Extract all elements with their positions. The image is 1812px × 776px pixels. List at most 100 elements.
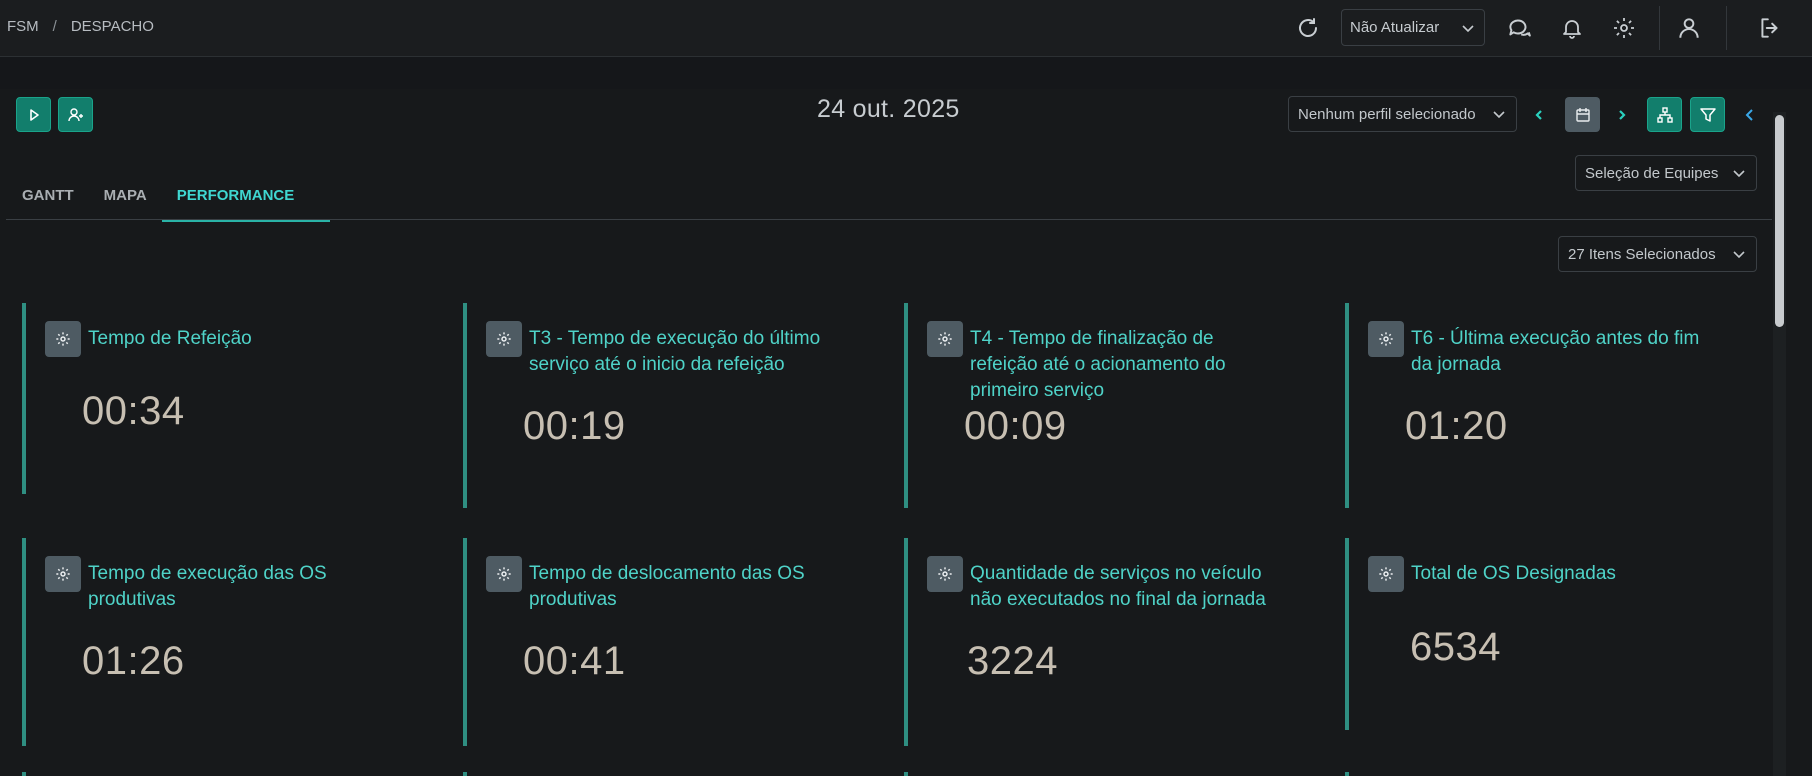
previous-date-button[interactable] xyxy=(1529,97,1549,132)
card-title: Total de OS Designadas xyxy=(1411,563,1616,584)
card-value: 6534 xyxy=(1410,625,1501,669)
card-value: 01:20 xyxy=(1405,404,1508,448)
gear-icon xyxy=(497,332,511,346)
current-date: 24 out. 2025 xyxy=(817,95,960,123)
kpi-card: T3 - Tempo de execução do último serviço… xyxy=(463,303,863,508)
hierarchy-icon xyxy=(1656,106,1673,123)
gear-icon xyxy=(938,567,952,581)
card-title: T6 - Última execução antes do fim da jor… xyxy=(1411,328,1700,375)
profile-select-value: Nenhum perfil selecionado xyxy=(1298,105,1476,123)
card-header: Tempo de execução das OS produtivas xyxy=(45,556,398,613)
refresh-icon[interactable] xyxy=(1292,12,1324,44)
items-select-value: 27 Itens Selecionados xyxy=(1568,245,1716,263)
card-value: 00:41 xyxy=(523,639,626,683)
gear-icon xyxy=(1379,332,1393,346)
settings-gear-icon[interactable] xyxy=(1608,12,1640,44)
kpi-card: Tempo de execução das OS produtivas 01:2… xyxy=(22,538,422,746)
gear-icon xyxy=(56,332,70,346)
scrollbar[interactable] xyxy=(1773,112,1786,776)
team-select[interactable]: Seleção de Equipes xyxy=(1575,155,1757,191)
card-title: Tempo de deslocamento das OS produtivas xyxy=(529,563,805,610)
hierarchy-button[interactable] xyxy=(1647,97,1682,132)
gear-icon xyxy=(56,567,70,581)
card-header: T4 - Tempo de finalização de refeição at… xyxy=(927,321,1280,404)
breadcrumb-root[interactable]: FSM xyxy=(7,18,39,35)
card-settings-button[interactable] xyxy=(45,321,81,357)
top-bar: FSM / DESPACHO Não Atualizar xyxy=(0,0,1812,57)
tab-performance[interactable]: PERFORMANCE xyxy=(161,178,330,222)
kpi-card xyxy=(904,772,1304,776)
chevron-down-icon xyxy=(1733,170,1745,178)
items-select[interactable]: 27 Itens Selecionados xyxy=(1558,236,1757,272)
kpi-card: T6 - Última execução antes do fim da jor… xyxy=(1345,303,1745,508)
card-header: Quantidade de serviços no veículo não ex… xyxy=(927,556,1280,613)
spacer-strip xyxy=(0,57,1812,89)
logout-icon[interactable] xyxy=(1754,12,1786,44)
card-title: Tempo de execução das OS produtivas xyxy=(88,563,327,610)
user-add-icon xyxy=(67,107,83,121)
tab-gantt[interactable]: GANTT xyxy=(7,178,89,222)
kpi-card: T4 - Tempo de finalização de refeição at… xyxy=(904,303,1304,508)
filter-icon xyxy=(1699,107,1716,122)
profile-select[interactable]: Nenhum perfil selecionado xyxy=(1288,96,1517,132)
chevron-down-icon xyxy=(1462,24,1474,32)
scrollbar-thumb[interactable] xyxy=(1775,115,1784,327)
card-title: Tempo de Refeição xyxy=(88,328,252,349)
card-header: Tempo de deslocamento das OS produtivas xyxy=(486,556,839,613)
user-icon[interactable] xyxy=(1673,12,1705,44)
card-header: Tempo de Refeição xyxy=(45,321,398,357)
kpi-card xyxy=(1345,772,1745,776)
play-icon xyxy=(29,108,39,121)
kpi-card xyxy=(22,772,422,776)
card-title: T3 - Tempo de execução do último serviço… xyxy=(529,328,821,375)
card-settings-button[interactable] xyxy=(486,556,522,592)
kpi-card: Quantidade de serviços no veículo não ex… xyxy=(904,538,1304,746)
card-settings-button[interactable] xyxy=(486,321,522,357)
card-value: 3224 xyxy=(967,639,1058,683)
chevron-right-icon xyxy=(1619,109,1626,120)
chevron-left-icon xyxy=(1745,108,1753,121)
card-settings-button[interactable] xyxy=(1368,556,1404,592)
divider xyxy=(1659,6,1660,50)
gear-icon xyxy=(938,332,952,346)
card-settings-button[interactable] xyxy=(927,321,963,357)
card-value: 00:34 xyxy=(82,389,185,433)
tabs-divider xyxy=(6,219,1772,220)
card-header: Total de OS Designadas xyxy=(1368,556,1721,592)
card-title: Quantidade de serviços no veículo não ex… xyxy=(970,563,1266,610)
calendar-button[interactable] xyxy=(1565,97,1600,132)
gear-icon xyxy=(497,567,511,581)
next-date-button[interactable] xyxy=(1612,97,1632,132)
card-settings-button[interactable] xyxy=(927,556,963,592)
refresh-interval-value: Não Atualizar xyxy=(1350,19,1440,36)
card-settings-button[interactable] xyxy=(1368,321,1404,357)
card-header: T6 - Última execução antes do fim da jor… xyxy=(1368,321,1721,378)
kpi-card: Total de OS Designadas 6534 xyxy=(1345,538,1745,730)
kpi-card xyxy=(463,772,863,776)
kpi-card: Tempo de Refeição 00:34 xyxy=(22,303,422,494)
divider xyxy=(1726,6,1727,50)
chat-icon[interactable] xyxy=(1503,12,1535,44)
tab-mapa[interactable]: MAPA xyxy=(89,178,162,222)
play-button[interactable] xyxy=(16,97,51,132)
refresh-interval-select[interactable]: Não Atualizar xyxy=(1341,9,1485,46)
card-value: 00:19 xyxy=(523,404,626,448)
team-select-value: Seleção de Equipes xyxy=(1585,164,1719,182)
calendar-icon xyxy=(1575,107,1590,122)
chevron-down-icon xyxy=(1493,111,1505,119)
assign-user-button[interactable] xyxy=(58,97,93,132)
card-title: T4 - Tempo de finalização de refeição at… xyxy=(970,328,1226,401)
filter-button[interactable] xyxy=(1690,97,1725,132)
bell-icon[interactable] xyxy=(1556,12,1588,44)
card-value: 01:26 xyxy=(82,639,185,683)
breadcrumb-current: DESPACHO xyxy=(70,18,154,35)
breadcrumb-separator: / xyxy=(52,18,57,35)
chevron-down-icon xyxy=(1733,251,1745,259)
gear-icon xyxy=(1379,567,1393,581)
tab-bar: GANTT MAPA PERFORMANCE xyxy=(7,178,330,222)
card-header: T3 - Tempo de execução do último serviço… xyxy=(486,321,839,378)
chevron-left-icon xyxy=(1535,109,1542,120)
collapse-panel-button[interactable] xyxy=(1740,97,1760,132)
card-value: 00:09 xyxy=(964,404,1067,448)
card-settings-button[interactable] xyxy=(45,556,81,592)
